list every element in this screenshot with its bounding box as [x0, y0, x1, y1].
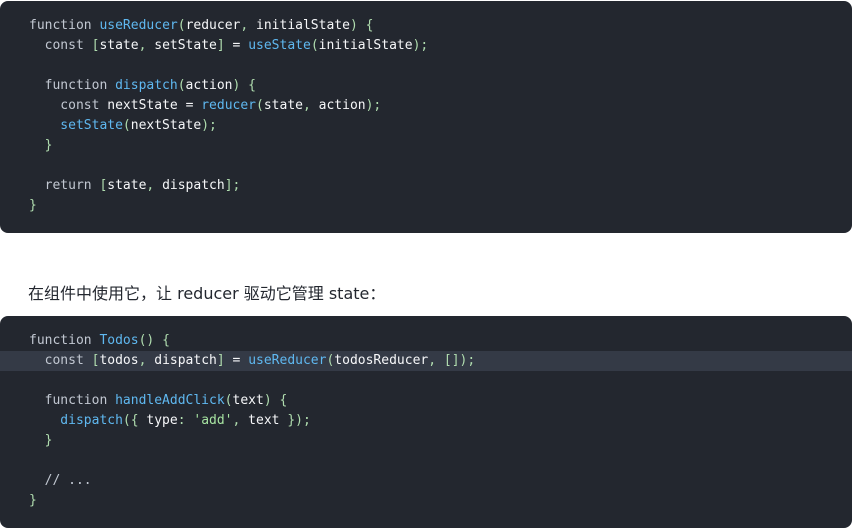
- code-token: );: [201, 118, 217, 133]
- code-token: =: [232, 353, 249, 368]
- code-token: action: [185, 78, 233, 93]
- code-token: ) {: [232, 78, 256, 93]
- code-token: }: [29, 433, 53, 448]
- code-token: });: [287, 413, 311, 428]
- code-line: }: [0, 431, 852, 451]
- code-token: state: [107, 178, 147, 193]
- code-token: ,: [302, 98, 319, 113]
- code-token: () {: [138, 333, 170, 348]
- code-token: nextState: [130, 118, 202, 133]
- code-token: function: [29, 333, 100, 348]
- code-line: function handleAddClick(text) {: [0, 391, 852, 411]
- code-token: (: [122, 118, 131, 133]
- code-token: ({: [122, 413, 147, 428]
- code-line: setState(nextState);: [0, 116, 852, 136]
- code-token: action: [318, 98, 366, 113]
- code-token: dispatch: [29, 413, 123, 428]
- code-token: ,: [232, 413, 249, 428]
- code-token: ,: [240, 18, 257, 33]
- code-token: :: [177, 413, 194, 428]
- code-token: , []): [428, 353, 468, 368]
- code-token: useState: [248, 38, 311, 53]
- code-token: =: [232, 38, 249, 53]
- code-line: }: [0, 136, 852, 156]
- code-line: function Todos() {: [0, 331, 852, 351]
- code-line: }: [0, 196, 852, 216]
- code-token: ]: [216, 353, 233, 368]
- code-token: function: [29, 393, 116, 408]
- code-token: ,: [138, 38, 155, 53]
- code-token: reducer: [201, 98, 257, 113]
- code-token: const: [29, 38, 92, 53]
- code-token: const: [29, 98, 108, 113]
- code-token: text: [232, 393, 264, 408]
- code-token: todosReducer: [334, 353, 429, 368]
- code-token: reducer: [185, 18, 241, 33]
- code-token: state: [263, 98, 303, 113]
- code-token: 'add': [193, 413, 233, 428]
- code-token: }: [29, 493, 37, 508]
- code-token: setState: [29, 118, 123, 133]
- code-token: dispatch: [162, 178, 225, 193]
- code-token: (: [256, 98, 264, 113]
- code-line: function useReducer(reducer, initialStat…: [0, 16, 852, 36]
- code-token: ]: [216, 38, 233, 53]
- code-token: }: [29, 198, 37, 213]
- code-token: (: [224, 393, 233, 408]
- code-line: }: [0, 491, 852, 511]
- code-token: ) {: [263, 393, 288, 408]
- code-token: setState: [154, 38, 217, 53]
- code-token: (: [310, 38, 319, 53]
- code-token: function: [29, 78, 116, 93]
- page: function useReducer(reducer, initialStat…: [0, 0, 854, 530]
- code-token: initialState: [318, 38, 413, 53]
- code-token: state: [99, 38, 139, 53]
- code-token: ,: [138, 353, 155, 368]
- code-line: const [state, setState] = useState(initi…: [0, 36, 852, 56]
- code-token: dispatch: [115, 78, 178, 93]
- code-token: dispatch: [154, 353, 217, 368]
- code-token: useReducer: [99, 18, 178, 33]
- code-line: const [todos, dispatch] = useReducer(tod…: [0, 351, 852, 371]
- code-token: initialState: [256, 18, 350, 33]
- code-line: const nextState = reducer(state, action)…: [0, 96, 852, 116]
- code-line: dispatch({ type: 'add', text });: [0, 411, 852, 431]
- code-token: useReducer: [248, 353, 327, 368]
- prose-paragraph: 在组件中使用它，让 reducer 驱动它管理 state：: [28, 284, 386, 303]
- code-line: function dispatch(action) {: [0, 76, 852, 96]
- code-token: type: [146, 413, 178, 428]
- code-token: ;: [467, 353, 476, 368]
- code-token: (: [177, 78, 186, 93]
- code-token: const: [29, 353, 92, 368]
- code-token: }: [29, 138, 53, 153]
- code-token: nextState: [107, 98, 186, 113]
- code-token: todos: [99, 353, 139, 368]
- code-token: text: [248, 413, 288, 428]
- code-token: (: [177, 18, 186, 33]
- code-token: );: [365, 98, 382, 113]
- code-token: handleAddClick: [115, 393, 225, 408]
- code-line: return [state, dispatch];: [0, 176, 852, 196]
- code-token: return: [29, 178, 100, 193]
- code-block-todos[interactable]: function Todos() { const [todos, dispatc…: [0, 316, 852, 528]
- code-token: ];: [224, 178, 241, 193]
- code-token: ) {: [349, 18, 374, 33]
- code-token: );: [412, 38, 429, 53]
- code-token: =: [185, 98, 202, 113]
- code-line: // ...: [0, 471, 852, 491]
- code-token: // ...: [29, 473, 92, 488]
- code-token: Todos: [99, 333, 139, 348]
- code-token: ,: [146, 178, 163, 193]
- code-token: function: [29, 18, 100, 33]
- code-block-usereducer[interactable]: function useReducer(reducer, initialStat…: [0, 1, 852, 233]
